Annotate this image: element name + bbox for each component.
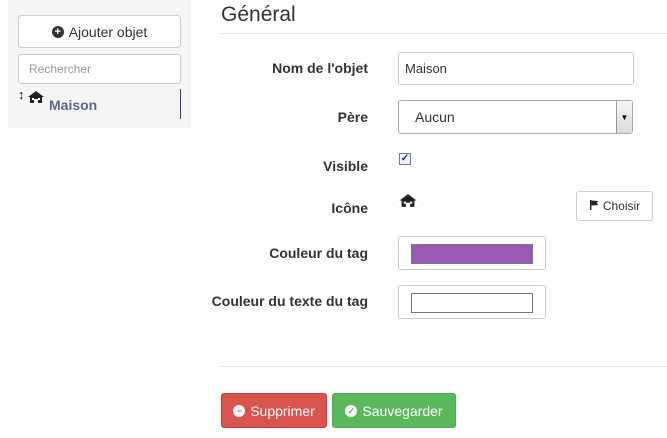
delete-button[interactable]: − Supprimer [221, 393, 327, 428]
choose-label: Choisir [602, 199, 641, 213]
tree-item-maison[interactable]: ↕ Maison [18, 88, 181, 119]
check-circle-icon: ✓ [345, 404, 358, 417]
title-divider [221, 33, 667, 34]
house-icon [398, 193, 418, 211]
parent-select-value: Aucun [415, 109, 455, 125]
add-object-label: Ajouter objet [68, 23, 148, 40]
minus-circle-icon: − [233, 404, 246, 417]
flag-icon [589, 199, 599, 213]
house-icon [27, 90, 45, 107]
tag-text-color-label: Couleur du texte du tag [211, 293, 368, 309]
visible-label: Visible [323, 158, 368, 174]
tag-color-picker[interactable] [398, 236, 546, 270]
plus-circle-icon: + [51, 25, 64, 38]
tag-color-label: Couleur du tag [269, 245, 368, 261]
tag-text-color-swatch[interactable] [411, 293, 533, 313]
name-label: Nom de l'objet [272, 60, 368, 76]
form-divider [221, 366, 667, 367]
section-title: Général [221, 3, 296, 26]
chevron-down-icon: ▼ [616, 101, 632, 133]
parent-label: Père [337, 109, 368, 125]
sidebar: + Ajouter objet ↕ Maison [8, 0, 191, 128]
visible-checkbox[interactable]: ✓ [399, 153, 411, 165]
object-name-input[interactable] [398, 52, 634, 85]
delete-label: Supprimer [250, 402, 315, 419]
icon-label: Icône [331, 200, 368, 216]
check-icon: ✓ [400, 153, 410, 164]
search-input[interactable] [18, 54, 181, 84]
choose-icon-button[interactable]: Choisir [576, 191, 653, 221]
save-button[interactable]: ✓ Sauvegarder [332, 393, 456, 428]
add-object-button[interactable]: + Ajouter objet [18, 15, 181, 48]
drag-handle-icon[interactable]: ↕ [18, 88, 26, 101]
tag-text-color-picker[interactable] [398, 285, 546, 319]
tag-color-swatch[interactable] [411, 244, 533, 264]
parent-select[interactable]: Aucun ▼ [398, 100, 633, 134]
save-label: Sauvegarder [362, 402, 443, 419]
tree-item-label: Maison [49, 97, 98, 113]
